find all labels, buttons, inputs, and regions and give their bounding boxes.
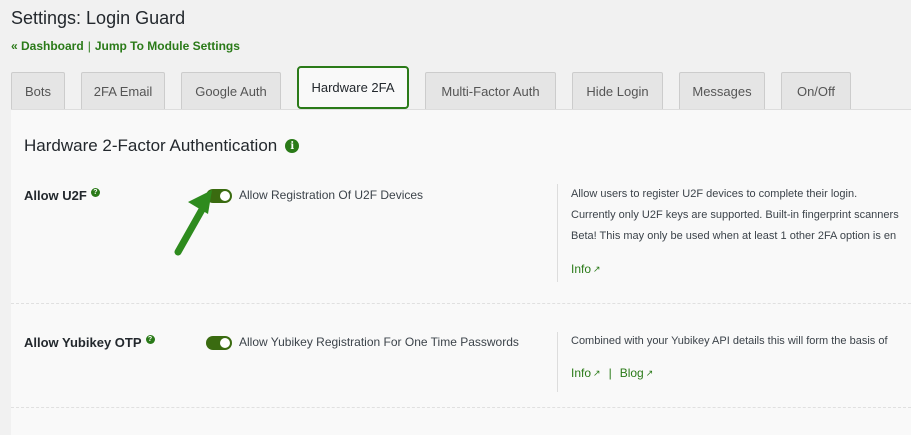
section-title-text: Hardware 2-Factor Authentication: [24, 136, 278, 155]
external-link-icon: ↗: [593, 367, 601, 378]
help-icon[interactable]: ?: [145, 335, 155, 344]
breadcrumb: « Dashboard | Jump To Module Settings: [11, 39, 240, 53]
yubikey-toggle-label[interactable]: Allow Yubikey Registration For One Time …: [239, 335, 519, 349]
description-line: Currently only U2F keys are supported. B…: [571, 209, 899, 221]
blog-link-text: Blog: [619, 366, 644, 380]
u2f-toggle-label[interactable]: Allow Registration Of U2F Devices: [239, 188, 423, 202]
u2f-links: Info ↗: [571, 262, 601, 276]
description-line: Combined with your Yubikey API details t…: [571, 335, 888, 347]
link-separator: |: [608, 366, 612, 380]
setting-label-text: Allow U2F: [24, 188, 87, 203]
external-link-icon: ↗: [645, 367, 654, 378]
description-line: Allow users to register U2F devices to c…: [571, 188, 858, 200]
tab-on-off[interactable]: On/Off: [781, 72, 851, 109]
setting-label-text: Allow Yubikey OTP: [24, 335, 142, 350]
external-link-icon: ↗: [593, 263, 601, 274]
tab-multi-factor-auth[interactable]: Multi-Factor Auth: [425, 72, 556, 109]
row-divider: [11, 303, 911, 304]
annotation-arrow-icon: [174, 190, 212, 256]
tab-messages[interactable]: Messages: [679, 72, 765, 109]
info-link-text: Info: [571, 262, 592, 276]
jump-to-module-settings-link[interactable]: Jump To Module Settings: [95, 39, 240, 53]
tab-google-auth[interactable]: Google Auth: [181, 72, 281, 109]
info-link[interactable]: Info ↗: [571, 262, 601, 276]
info-icon[interactable]: i: [285, 139, 300, 153]
description-line: Beta! This may only be used when at leas…: [571, 230, 897, 242]
toggle-knob: [220, 338, 230, 348]
tab-2fa-email[interactable]: 2FA Email: [81, 72, 165, 109]
dashboard-link[interactable]: « Dashboard: [11, 39, 84, 53]
yubikey-links: Info ↗ | Blog ↗: [571, 366, 653, 380]
column-divider: [557, 332, 558, 392]
yubikey-description: Combined with your Yubikey API details t…: [571, 331, 888, 352]
u2f-description: Allow users to register U2F devices to c…: [571, 184, 899, 247]
tab-hide-login[interactable]: Hide Login: [572, 72, 663, 109]
help-icon[interactable]: ?: [90, 188, 100, 197]
blog-link[interactable]: Blog ↗: [620, 366, 654, 380]
tab-bots[interactable]: Bots: [11, 72, 65, 109]
section-title: Hardware 2-Factor Authentication i: [24, 136, 300, 156]
column-divider: [557, 184, 558, 282]
tab-bar: Bots 2FA Email Google Auth Hardware 2FA …: [11, 66, 867, 109]
breadcrumb-separator: |: [87, 39, 91, 53]
setting-label-allow-u2f: Allow U2F ?: [24, 188, 100, 203]
row-divider: [11, 407, 911, 408]
yubikey-toggle[interactable]: [206, 336, 232, 350]
settings-panel: Hardware 2-Factor Authentication i Allow…: [11, 109, 911, 435]
tab-hardware-2fa[interactable]: Hardware 2FA: [297, 66, 409, 109]
toggle-knob: [220, 191, 230, 201]
info-link-text: Info: [571, 366, 592, 380]
setting-label-allow-yubikey-otp: Allow Yubikey OTP ?: [24, 335, 155, 350]
info-link[interactable]: Info ↗: [571, 366, 601, 380]
page-title: Settings: Login Guard: [11, 8, 186, 28]
